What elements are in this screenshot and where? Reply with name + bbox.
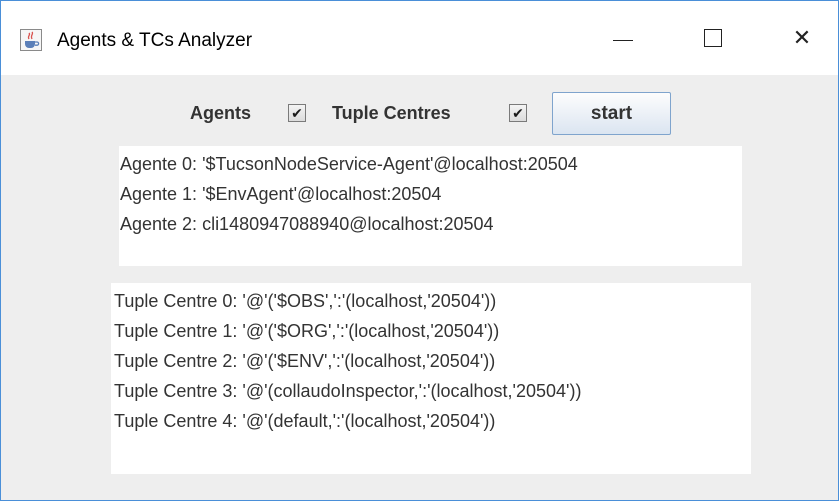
agent-row: Agente 2: cli1480947088940@localhost:205… (120, 214, 494, 234)
tuple-centre-row: Tuple Centre 3: '@'(collaudoInspector,':… (114, 381, 582, 401)
tuple-centres-label: Tuple Centres (332, 103, 451, 123)
java-coffee-cup-icon[interactable] (20, 29, 42, 51)
agent-row: Agente 1: '$EnvAgent'@localhost:20504 (120, 184, 442, 204)
minimize-button[interactable] (589, 1, 657, 75)
close-button[interactable]: ✕ (768, 1, 836, 75)
tuple-centre-row: Tuple Centre 2: '@'('$ENV',':'(localhost… (114, 351, 496, 371)
title-bar[interactable]: Agents & TCs Analyzer ✕ (1, 1, 838, 75)
agents-label: Agents (190, 103, 252, 123)
close-icon: ✕ (792, 25, 812, 50)
tuple-centre-row: Tuple Centre 0: '@'('$OBS',':'(localhost… (114, 291, 497, 311)
agents-list[interactable]: Agente 0: '$TucsonNodeService-Agent'@loc… (119, 146, 742, 266)
main-content: Agents ✔ Tuple Centres ✔ start Agente 0:… (1, 75, 838, 500)
agent-row: Agente 0: '$TucsonNodeService-Agent'@loc… (120, 154, 578, 174)
toolbar: Agents ✔ Tuple Centres ✔ start (1, 92, 838, 135)
maximize-icon (704, 29, 722, 47)
agents-checkbox[interactable]: ✔ (288, 104, 306, 122)
tuple-centre-row: Tuple Centre 1: '@'('$ORG',':'(localhost… (114, 321, 500, 341)
app-window: Agents & TCs Analyzer ✕ Agents ✔ Tuple C… (0, 0, 839, 501)
tuple-centres-checkbox[interactable]: ✔ (509, 104, 527, 122)
start-button[interactable]: start (552, 92, 671, 135)
minimize-icon (613, 39, 633, 41)
maximize-button[interactable] (679, 1, 747, 75)
tuple-centre-row: Tuple Centre 4: '@'(default,':'(localhos… (114, 411, 496, 431)
tuple-centres-list[interactable]: Tuple Centre 0: '@'('$OBS',':'(localhost… (111, 283, 751, 474)
window-title: Agents & TCs Analyzer (57, 30, 253, 51)
